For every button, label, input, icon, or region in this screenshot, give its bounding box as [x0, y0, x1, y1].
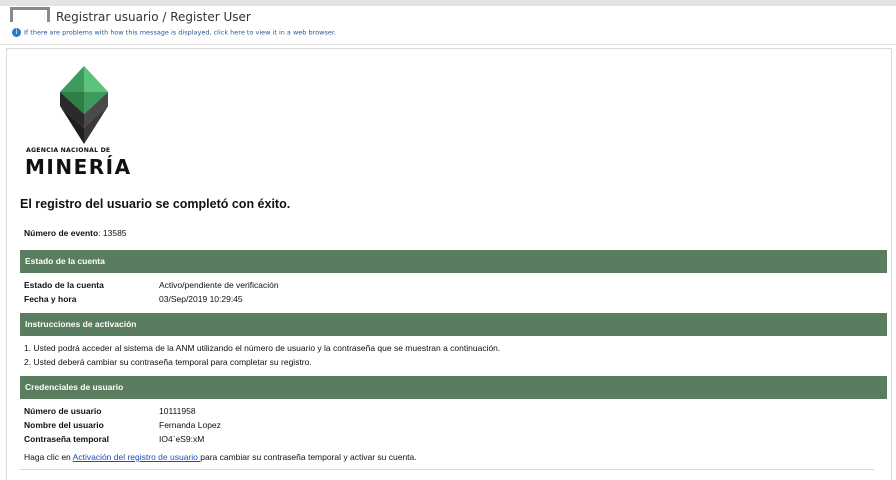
row-label: Estado de la cuenta — [24, 280, 104, 290]
activation-footer: Haga clic en Activación del registro de … — [24, 452, 417, 462]
activation-instruction-2: 2. Usted deberá cambiar su contraseña te… — [24, 357, 312, 367]
activation-link[interactable]: Activación del registro de usuario — [73, 452, 201, 462]
logo-text-agency: AGENCIA NACIONAL DE — [26, 147, 111, 154]
sender-avatar-icon — [10, 7, 50, 22]
success-heading: El registro del usuario se completó con … — [20, 197, 291, 211]
divider — [20, 469, 874, 470]
row-value: 03/Sep/2019 10:29:45 — [159, 294, 243, 304]
event-value: 13585 — [102, 228, 127, 238]
footer-suffix: para cambiar su contraseña temporal y ac… — [200, 452, 417, 462]
activation-instruction-1: 1. Usted podrá acceder al sistema de la … — [24, 343, 501, 353]
infobar-text[interactable]: If there are problems with how this mess… — [24, 29, 336, 37]
email-header: Registrar usuario / Register User i If th… — [0, 6, 896, 45]
row-value: Activo/pendiente de verificación — [159, 280, 279, 290]
row-label: Fecha y hora — [24, 294, 77, 304]
footer-prefix: Haga clic en — [24, 452, 73, 462]
event-label: Número de evento — [24, 228, 99, 238]
row-value: Fernanda Lopez — [159, 420, 221, 430]
row-value: 10111958 — [159, 406, 196, 416]
row-value: IO4`eS9:xM — [159, 434, 205, 444]
info-icon: i — [12, 28, 21, 37]
row-label: Número de usuario — [24, 406, 102, 416]
section-header-activation: Instrucciones de activación — [20, 313, 887, 336]
section-header-account-status: Estado de la cuenta — [20, 250, 887, 273]
logo-text-mineria: MINERÍA — [25, 155, 132, 179]
section-header-credentials: Credenciales de usuario — [20, 376, 887, 399]
row-label: Nombre del usuario — [24, 420, 104, 430]
row-label: Contraseña temporal — [24, 434, 110, 444]
email-subject: Registrar usuario / Register User — [56, 10, 251, 24]
event-number: Número de evento: 13585 — [24, 228, 127, 238]
display-problem-infobar[interactable]: i If there are problems with how this mes… — [12, 28, 336, 37]
